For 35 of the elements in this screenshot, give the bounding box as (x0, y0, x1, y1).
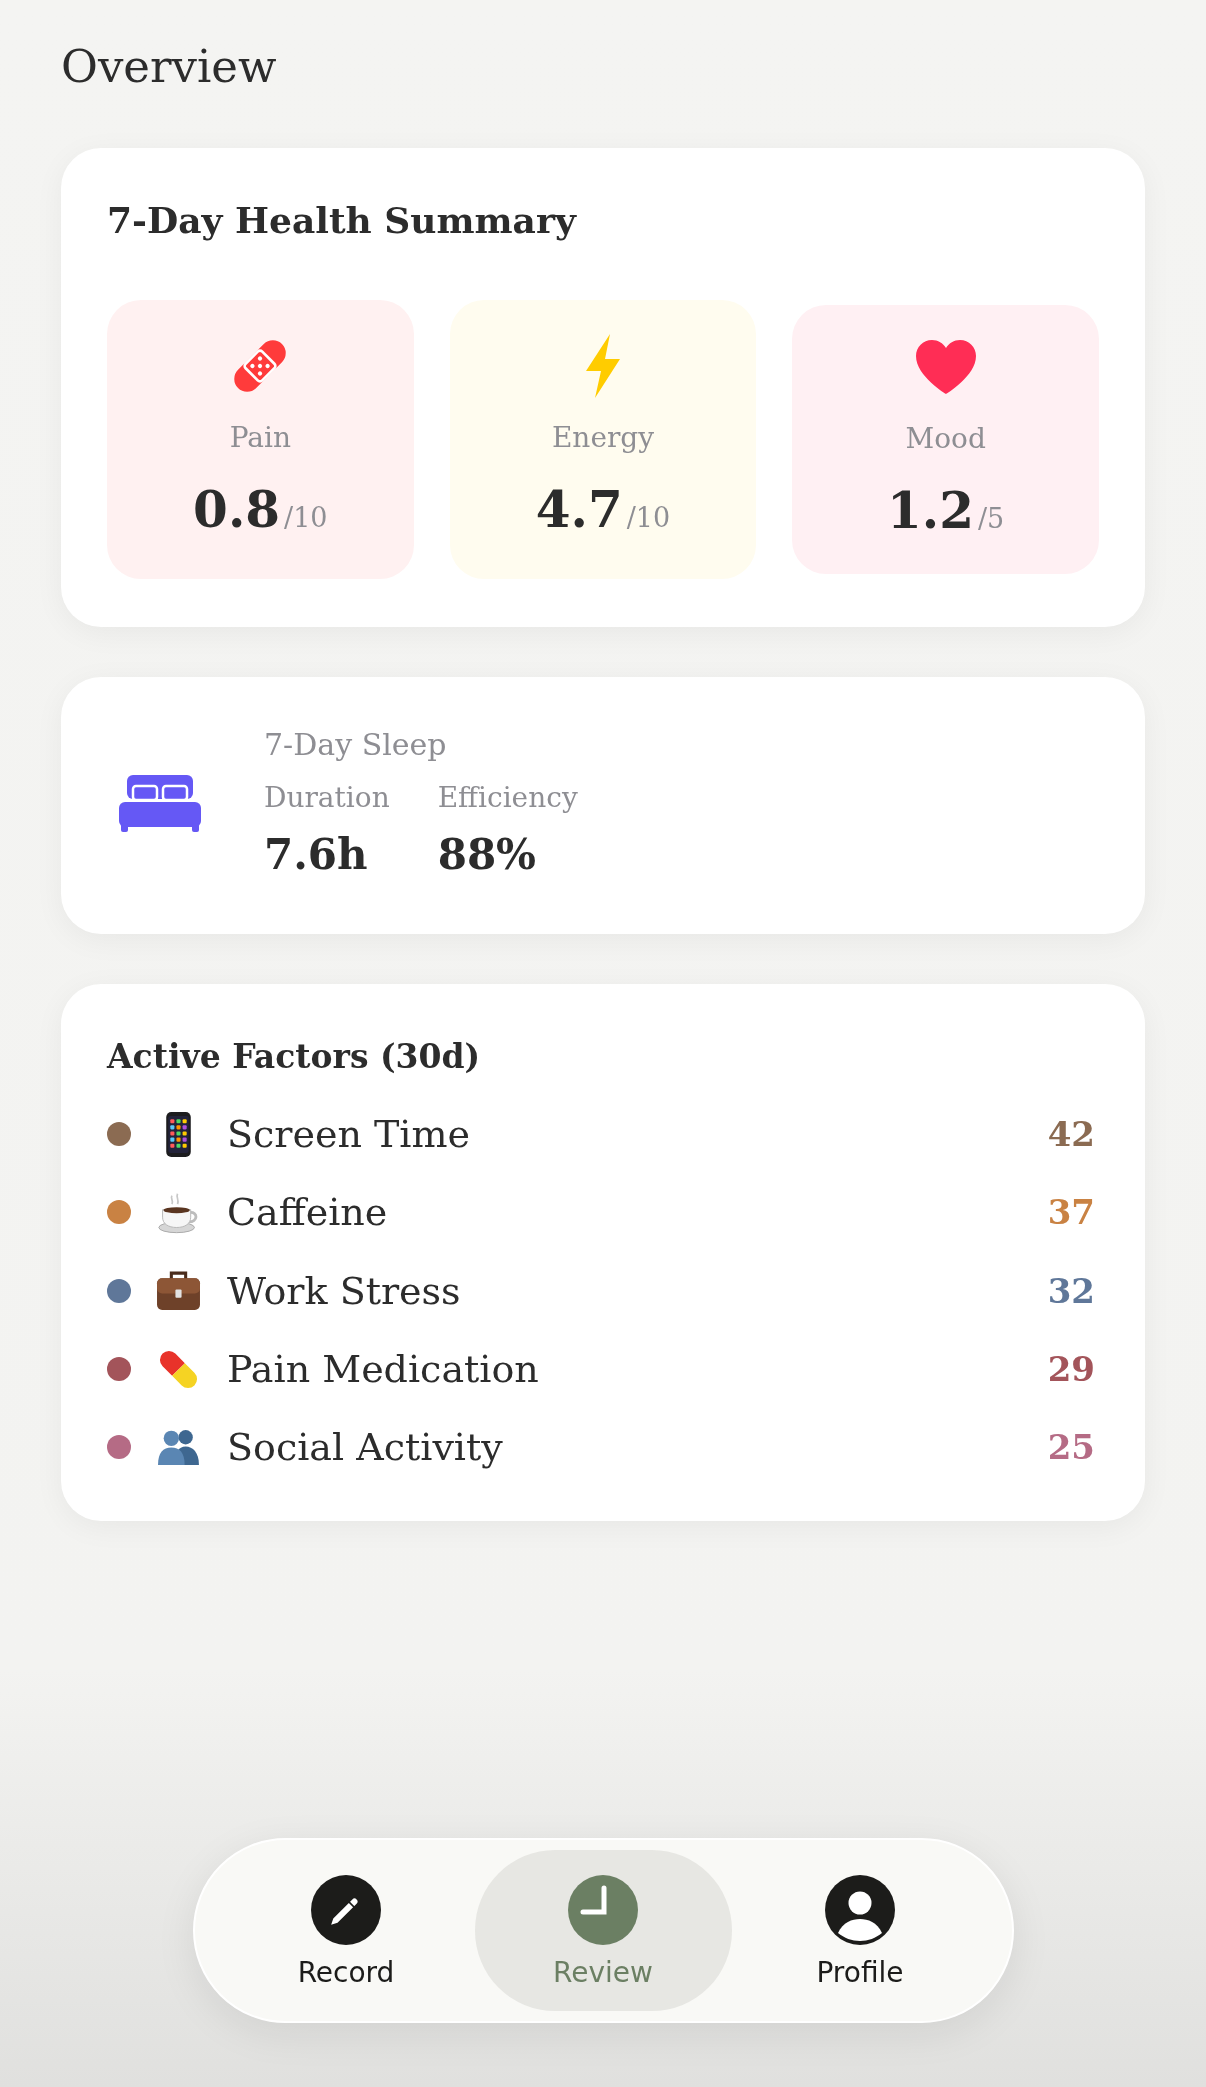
factor-count: 32 (1047, 1269, 1095, 1313)
sleep-title: 7-Day Sleep (264, 727, 447, 763)
factor-count: 42 (1047, 1113, 1095, 1157)
pencil-icon (311, 1875, 381, 1945)
metric-value: 0.8 (193, 480, 281, 540)
card-title: Active Factors (30d) (107, 1036, 481, 1078)
metric-label: Pain (229, 421, 291, 455)
metric-label: Mood (905, 422, 986, 456)
metric-value: 4.7 (535, 480, 623, 540)
factor-name: Work Stress (227, 1267, 461, 1314)
stat-value: 7.6h (264, 830, 368, 880)
person-icon (825, 1875, 895, 1945)
nav-tab[interactable]: Profile (731, 1850, 989, 2011)
metric-label: Energy (551, 421, 655, 455)
factor-count: 37 (1047, 1191, 1095, 1235)
factor-count: 25 (1047, 1426, 1095, 1470)
metric-value: 1.2 (887, 481, 974, 541)
heart-icon (915, 340, 976, 394)
metric-scale: /5 (978, 502, 1005, 536)
stat-label: Duration (264, 781, 390, 815)
metric-scale: /10 (284, 501, 328, 535)
stat-label: Efficiency (437, 781, 578, 815)
factor-name: Screen Time (227, 1111, 471, 1158)
stat-value: 88% (437, 830, 537, 880)
factor-count: 29 (1047, 1348, 1095, 1392)
nav-tab[interactable]: Review (474, 1850, 732, 2011)
bed-icon (119, 775, 201, 832)
screen-title: Overview (61, 39, 277, 95)
nav-tab[interactable]: Record (217, 1850, 475, 2011)
factor-name: Caffeine (227, 1189, 388, 1236)
metric-scale: /10 (626, 501, 671, 535)
card-title: 7-Day Health Summary (107, 198, 576, 243)
clock-icon (568, 1875, 638, 1945)
factor-name: Social Activity (227, 1424, 503, 1471)
factor-name: Pain Medication (227, 1346, 539, 1393)
